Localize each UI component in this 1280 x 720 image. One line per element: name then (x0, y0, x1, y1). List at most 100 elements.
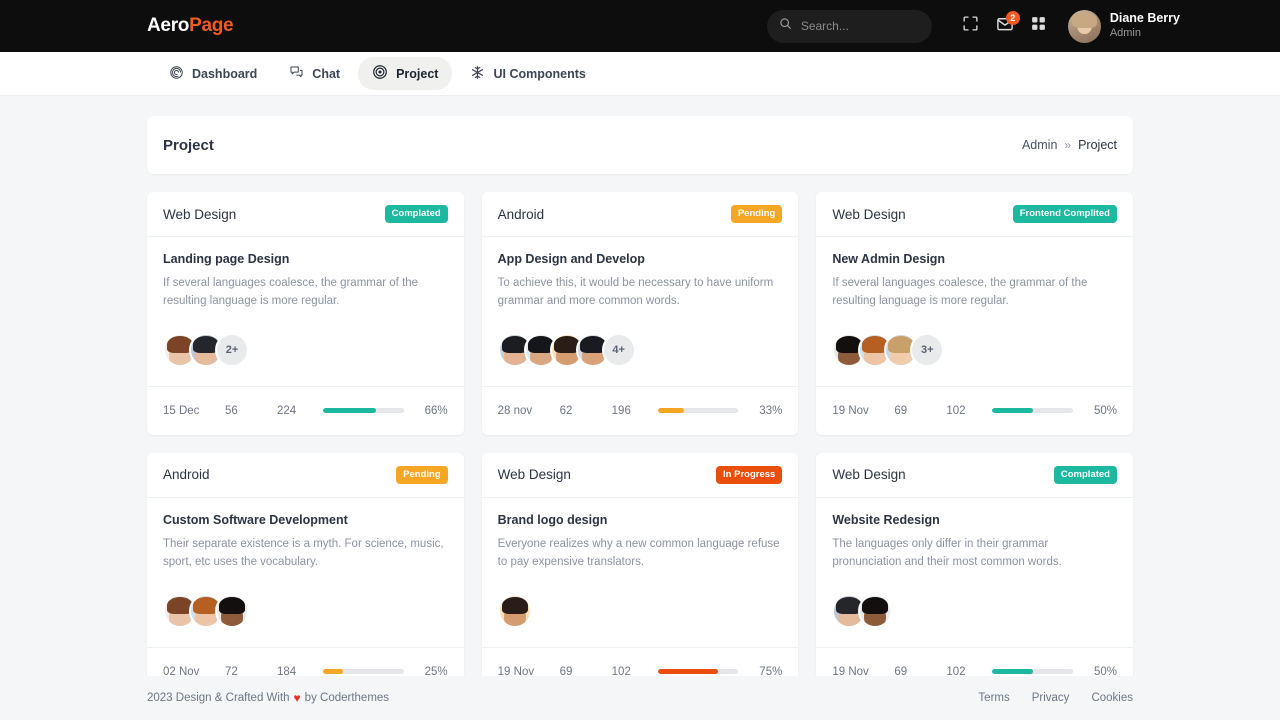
progress-bar (992, 669, 1073, 674)
nav-item-chat[interactable]: Chat (275, 58, 354, 90)
project-card[interactable]: AndroidPendingApp Design and DevelopTo a… (482, 192, 799, 435)
footer-link-terms[interactable]: Terms (978, 692, 1009, 704)
search-box[interactable] (767, 10, 932, 43)
progress-bar-fill (658, 669, 719, 674)
nav-item-ui-components[interactable]: UI Components (456, 58, 599, 90)
progress-bar (323, 408, 404, 413)
project-card-category: Android (498, 207, 545, 222)
project-card[interactable]: Web Design Frontend Complited New Admin De… (816, 192, 1133, 435)
project-card-category: Web Design (832, 207, 905, 222)
project-card[interactable]: Web DesignComplatedWebsite RedesignThe l… (816, 453, 1133, 676)
top-header-actions: 2 Diane Berry Admin (767, 9, 1180, 43)
progress-bar-fill (323, 408, 376, 413)
status-badge: Frontend Complited (1013, 205, 1117, 223)
target-icon (372, 64, 388, 83)
main-content: Project Admin » Project Web DesignCompla… (0, 96, 1280, 676)
progress-bar (323, 669, 404, 674)
footer-link-cookies[interactable]: Cookies (1091, 692, 1133, 704)
status-badge: Complated (385, 205, 448, 223)
project-card-header: Web DesignIn Progress (482, 453, 799, 498)
search-input[interactable] (801, 19, 920, 33)
project-card-stat-2: 224 (277, 405, 321, 417)
progress-bar-fill (992, 408, 1032, 413)
mail-button[interactable]: 2 (988, 9, 1022, 43)
project-card-stat-1: 72 (225, 666, 277, 676)
footer-copyright-pre: 2023 Design & Crafted With (147, 692, 290, 704)
project-card[interactable]: Web DesignComplatedLanding page DesignIf… (147, 192, 464, 435)
main-navigation-bar: Dashboard Chat (0, 52, 1280, 96)
project-card-grid: Web DesignComplatedLanding page DesignIf… (147, 192, 1133, 676)
avatar-group: 2+ (163, 333, 448, 386)
project-card[interactable]: AndroidPendingCustom Software Developmen… (147, 453, 464, 676)
breadcrumb: Admin » Project (1022, 138, 1117, 152)
progress-percent-label: 50% (1083, 405, 1117, 417)
avatar-overflow-count[interactable]: 2+ (215, 333, 249, 367)
project-card-stat-1: 69 (560, 666, 612, 676)
project-card-description: The languages only differ in their gramm… (832, 535, 1117, 572)
project-card-description: Their separate existence is a myth. For … (163, 535, 448, 572)
footer-link-privacy[interactable]: Privacy (1032, 692, 1070, 704)
project-card-stat-2: 102 (946, 405, 990, 417)
progress-percent-label: 50% (1083, 666, 1117, 676)
breadcrumb-item-admin[interactable]: Admin (1022, 138, 1057, 152)
project-card-footer: 19 Nov69102 75% (482, 647, 799, 676)
progress-percent-label: 75% (748, 666, 782, 676)
nav-item-ui-components-label: UI Components (493, 67, 585, 81)
nav-item-project-label: Project (396, 67, 438, 81)
progress-percent-label: 25% (414, 666, 448, 676)
project-card-date: 19 Nov (498, 666, 560, 676)
brand-logo[interactable]: AeroPage (147, 15, 233, 37)
avatar-overflow-count[interactable]: 3+ (910, 333, 944, 367)
avatar-group (163, 594, 448, 647)
page-title: Project (163, 137, 214, 154)
project-card-footer: 15 Dec5622466% (147, 386, 464, 435)
nav-item-dashboard[interactable]: Dashboard (155, 58, 271, 90)
asterisk-icon (470, 65, 485, 83)
status-badge: Pending (731, 205, 782, 223)
nav-item-project[interactable]: Project (358, 57, 452, 90)
breadcrumb-separator-icon: » (1064, 138, 1071, 152)
project-card-header: Android Pending (482, 192, 799, 237)
project-card-body: Custom Software DevelopmentTheir separat… (147, 498, 464, 647)
project-card-body: Brand logo designEveryone realizes why a… (482, 498, 799, 647)
project-card-date: 02 Nov (163, 666, 225, 676)
avatar (1068, 10, 1101, 43)
nav-item-chat-label: Chat (312, 67, 340, 81)
avatar[interactable] (858, 594, 892, 628)
footer-copyright: 2023 Design & Crafted With ♥ by Coderthe… (147, 691, 389, 705)
footer-copyright-post: by Coderthemes (305, 692, 389, 704)
project-card-description: To achieve this, it would be necessary t… (498, 274, 783, 311)
nav-item-dashboard-label: Dashboard (192, 67, 257, 81)
project-card-category: Web Design (163, 207, 236, 222)
user-profile-menu[interactable]: Diane Berry Admin (1068, 10, 1180, 43)
fullscreen-button[interactable] (954, 9, 988, 43)
project-card-header: AndroidPending (147, 453, 464, 498)
progress-percent-label: 33% (748, 405, 782, 417)
progress-bar-fill (992, 669, 1032, 674)
avatar[interactable] (215, 594, 249, 628)
apps-grid-button[interactable] (1022, 9, 1056, 43)
dashboard-spiral-icon (169, 65, 184, 83)
avatar[interactable] (498, 594, 532, 628)
top-header-bar: AeroPage (0, 0, 1280, 52)
project-card-stat-1: 62 (560, 405, 612, 417)
project-card-header: Web Design Complated (147, 192, 464, 237)
project-card-title: New Admin Design (832, 252, 1117, 266)
project-card-title: Brand logo design (498, 513, 783, 527)
breadcrumb-item-project[interactable]: Project (1078, 138, 1117, 152)
project-card-description: If several languages coalesce, the gramm… (832, 274, 1117, 311)
page-title-card: Project Admin » Project (147, 116, 1133, 174)
avatar-overflow-count[interactable]: 4+ (602, 333, 636, 367)
project-card-category: Web Design (832, 467, 905, 482)
progress-bar-fill (323, 669, 343, 674)
nav-item-list: Dashboard Chat (155, 57, 600, 90)
avatar-group: 4+ (498, 333, 783, 386)
project-card-description: If several languages coalesce, the gramm… (163, 274, 448, 311)
project-card-body: New Admin Design If several languages coa… (816, 237, 1133, 386)
user-name: Diane Berry (1110, 11, 1180, 27)
project-card[interactable]: Web DesignIn ProgressBrand logo designEv… (482, 453, 799, 676)
heart-icon: ♥ (294, 691, 301, 705)
brand-logo-first: Aero (147, 15, 189, 36)
project-card-date: 19 Nov (832, 666, 894, 676)
project-card-stat-2: 102 (612, 666, 656, 676)
